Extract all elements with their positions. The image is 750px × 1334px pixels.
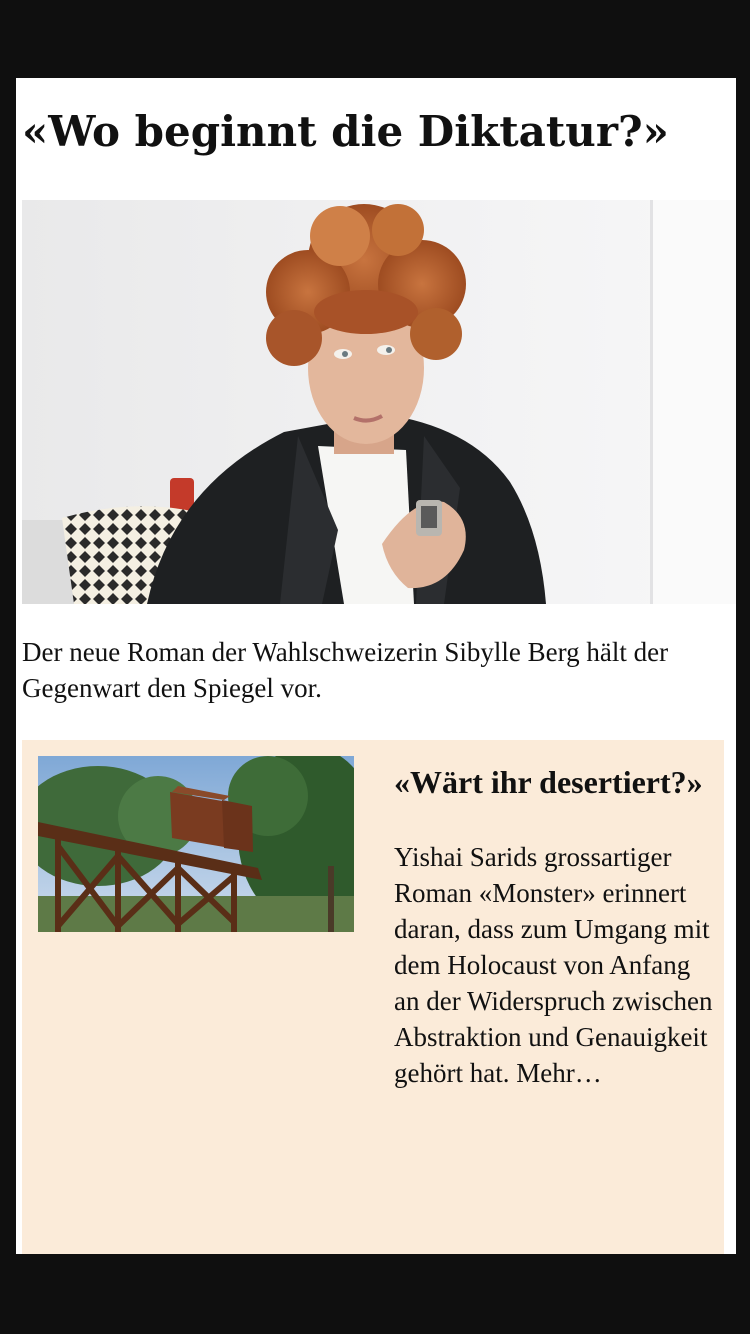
teaser-image[interactable]	[38, 756, 354, 932]
article-title[interactable]: «Wo beginnt die Diktatur?»	[22, 106, 669, 158]
railway-memorial-photo	[38, 756, 354, 932]
portrait-photo	[22, 200, 736, 604]
related-article-teaser[interactable]: «Wärt ihr desertiert?» Yishai Sarids gro…	[22, 740, 724, 1254]
article-page: «Wo beginnt die Diktatur?» Der neue Roma…	[16, 78, 736, 1254]
teaser-body: Yishai Sarids grossartiger Roman «Monste…	[394, 839, 714, 1091]
article-lead: Der neue Roman der Wahlschweizerin Sibyl…	[22, 637, 669, 703]
teaser-text: «Wärt ihr desertiert?» Yishai Sarids gro…	[394, 760, 714, 1091]
article-hero-image[interactable]	[22, 200, 736, 604]
more-link[interactable]: Mehr…	[516, 1058, 601, 1088]
teaser-body-text: Yishai Sarids grossartiger Roman «Monste…	[394, 842, 713, 1088]
teaser-title[interactable]: «Wärt ihr desertiert?»	[394, 760, 714, 805]
